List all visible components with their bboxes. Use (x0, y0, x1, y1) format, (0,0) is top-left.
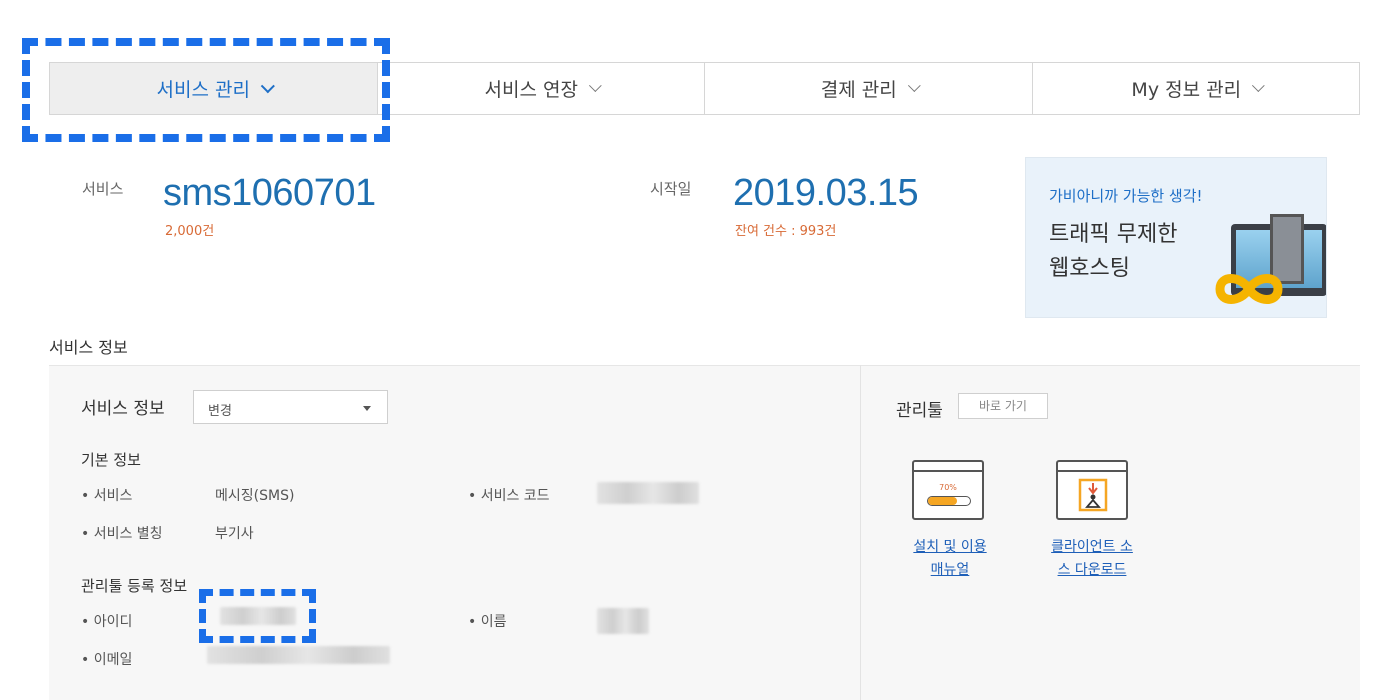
service-alias-value: 부기사 (215, 526, 254, 542)
caret-down-icon (363, 406, 371, 411)
redacted-service-code (597, 482, 699, 504)
download-person-icon (1078, 478, 1108, 512)
tab-service-management[interactable]: 서비스 관리 (50, 63, 377, 114)
link-line-1: 클라이언트 소 (1051, 539, 1133, 555)
start-date-value: 2019.03.15 (733, 172, 919, 214)
progress-bar-fill (928, 497, 958, 505)
redacted-email (207, 646, 390, 664)
tab-label: 결제 관리 (820, 79, 897, 101)
install-manual-link[interactable]: 설치 및 이용 매뉴얼 (890, 536, 1010, 582)
service-alias-key: • 서비스 별칭 (81, 526, 163, 542)
info-panel-title: 서비스 정보 (81, 399, 165, 419)
goto-button[interactable]: 바로 가기 (958, 393, 1048, 419)
id-key: • 아이디 (81, 614, 133, 630)
basic-info-heading: 기본 정보 (81, 451, 141, 469)
chevron-down-icon (1252, 79, 1265, 93)
service-key: • 서비스 (81, 488, 133, 504)
progress-window-icon[interactable]: 70% (912, 460, 984, 520)
infinity-icon (1215, 274, 1283, 304)
chevron-down-icon (588, 79, 602, 93)
name-key: • 이름 (468, 614, 507, 630)
banner-headline-1: 트래픽 무제한 (1049, 222, 1178, 247)
tab-my-info[interactable]: My 정보 관리 (1031, 63, 1359, 114)
service-value: 메시징(SMS) (215, 488, 295, 504)
link-line-2: 스 다운로드 (1057, 562, 1127, 578)
admin-info-heading: 관리툴 등록 정보 (81, 577, 188, 595)
tab-payment-management[interactable]: 결제 관리 (704, 63, 1032, 114)
window-titlebar (1058, 470, 1126, 472)
admin-tools-title: 관리툴 (896, 401, 943, 421)
panel-divider (860, 365, 861, 700)
service-nav-tabs: 서비스 관리 서비스 연장 결제 관리 My 정보 관리 (49, 62, 1360, 115)
start-date-label: 시작일 (650, 180, 692, 198)
download-window-icon[interactable] (1056, 460, 1128, 520)
chevron-down-icon (260, 78, 275, 93)
section-title: 서비스 정보 (49, 338, 128, 357)
select-value: 변경 (208, 404, 232, 419)
service-label: 서비스 (82, 180, 124, 198)
service-count: 2,000건 (165, 224, 215, 239)
tab-service-extension[interactable]: 서비스 연장 (376, 63, 704, 114)
service-code-key: • 서비스 코드 (468, 488, 550, 504)
remaining-count: 잔여 건수 : 993건 (735, 224, 837, 239)
link-line-1: 설치 및 이용 (913, 539, 987, 555)
progress-percent: 70% (939, 483, 957, 492)
redacted-name (597, 608, 649, 634)
service-id-value: sms1060701 (163, 172, 376, 214)
change-select[interactable]: 변경 (193, 390, 388, 424)
window-titlebar (914, 470, 982, 472)
banner-headline-2: 웹호스팅 (1049, 256, 1130, 281)
chevron-down-icon (907, 79, 921, 93)
client-download-link[interactable]: 클라이언트 소 스 다운로드 (1032, 536, 1152, 582)
progress-bar (927, 496, 971, 506)
email-key: • 이메일 (81, 652, 133, 668)
link-line-2: 매뉴얼 (930, 562, 970, 578)
tab-label: 서비스 연장 (484, 79, 578, 101)
tab-label: My 정보 관리 (1131, 79, 1242, 101)
hosting-ad-banner[interactable]: 가비아니까 가능한 생각! 트래픽 무제한 웹호스팅 (1025, 157, 1327, 318)
banner-tagline: 가비아니까 가능한 생각! (1049, 187, 1203, 205)
redacted-id (220, 607, 296, 625)
tab-label: 서비스 관리 (156, 79, 250, 101)
